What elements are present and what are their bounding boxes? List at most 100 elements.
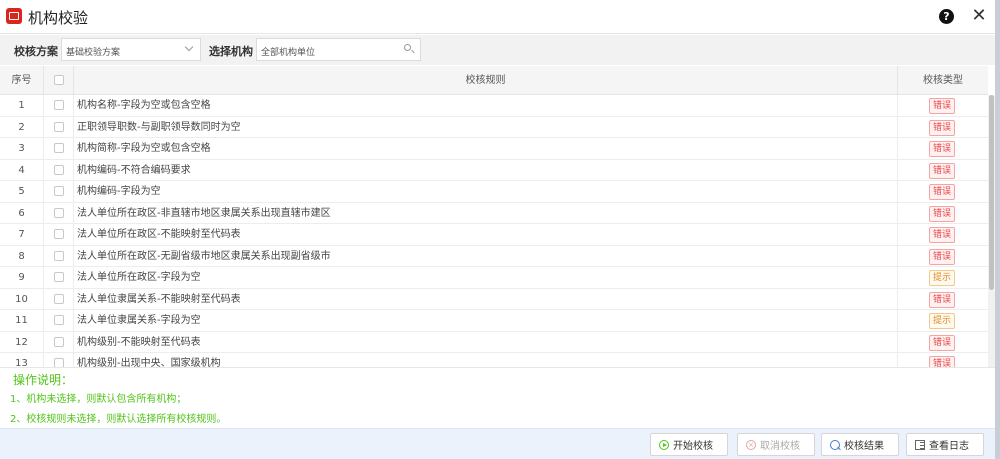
row-type-cell: 错误 [898, 289, 986, 311]
row-checkbox-cell [44, 159, 74, 181]
row-index: 12 [0, 331, 44, 353]
cancel-check-button[interactable]: × 取消校核 [737, 433, 815, 456]
row-checkbox[interactable] [53, 358, 64, 367]
row-rule: 机构编码-字段为空 [74, 181, 898, 203]
row-checkbox[interactable] [53, 293, 64, 304]
table-row[interactable]: 8 法人单位所在政区-无副省级市地区隶属关系出现副省级市 错误 [0, 245, 988, 268]
header-select-all [44, 66, 74, 95]
scheme-select[interactable]: 基础校验方案 [61, 38, 201, 61]
table-row[interactable]: 6 法人单位所在政区-非直辖市地区隶属关系出现直辖市建区 错误 [0, 202, 988, 224]
table-row[interactable]: 12 机构级别-不能映射至代码表 错误 [0, 331, 988, 354]
type-badge: 错误 [928, 141, 955, 157]
row-type-cell: 错误 [898, 246, 986, 268]
row-type-cell: 错误 [898, 353, 986, 367]
row-index: 2 [0, 116, 44, 138]
instructions-line-1: 1、机构未选择，则默认包含所有机构； [10, 394, 187, 405]
close-icon[interactable]: ✕ [970, 6, 988, 26]
table-row[interactable]: 9 法人单位所在政区-字段为空 提示 [0, 267, 988, 289]
row-rule: 法人单位所在政区-无副省级市地区隶属关系出现副省级市 [74, 245, 898, 267]
type-badge: 错误 [928, 334, 955, 351]
search-icon[interactable] [404, 44, 411, 51]
table-row[interactable]: 4 机构编码-不符合编码要求 错误 [0, 159, 988, 182]
row-checkbox[interactable] [53, 121, 64, 132]
org-search-input[interactable]: 全部机构单位 [256, 38, 421, 61]
row-rule: 法人单位所在政区-不能映射至代码表 [74, 224, 898, 246]
header-index: 序号 [0, 66, 44, 95]
row-index: 11 [0, 310, 44, 332]
row-index: 6 [0, 202, 44, 224]
org-label: 选择机构 [209, 45, 253, 58]
filter-bar: 校核方案 基础校验方案 选择机构 全部机构单位 [0, 35, 995, 65]
row-type-cell: 错误 [898, 332, 986, 354]
row-rule: 机构简称-字段为空或包含空格 [74, 138, 898, 160]
row-checkbox[interactable] [53, 315, 64, 325]
instructions-title: 操作说明： [13, 373, 74, 387]
org-search-placeholder: 全部机构单位 [261, 48, 316, 58]
table-row[interactable]: 13 机构级别-出现中央、国家级机构 错误 [0, 353, 988, 367]
type-badge: 错误 [928, 291, 955, 308]
footer-toolbar: 开始校核 × 取消校核 校核结果 查看日志 [0, 428, 995, 459]
row-rule: 法人单位隶属关系-不能映射至代码表 [74, 288, 898, 310]
window-title: 机构校验 [28, 9, 89, 27]
table-header: 序号 校核规则 校核类型 [0, 66, 988, 95]
row-checkbox-cell [44, 116, 74, 138]
header-rule: 校核规则 [74, 66, 898, 95]
type-badge: 错误 [928, 162, 955, 179]
row-checkbox[interactable] [53, 100, 64, 110]
select-all-checkbox[interactable] [53, 75, 64, 85]
scrollbar-thumb[interactable] [989, 95, 994, 290]
row-checkbox[interactable] [53, 229, 64, 239]
row-type-cell: 错误 [898, 224, 986, 246]
row-index: 10 [0, 288, 44, 310]
row-checkbox-cell [44, 138, 74, 160]
help-icon[interactable]: ? [939, 9, 954, 24]
table-row[interactable]: 5 机构编码-字段为空 错误 [0, 181, 988, 203]
row-index: 9 [0, 267, 44, 289]
row-rule: 机构编码-不符合编码要求 [74, 159, 898, 181]
scheme-select-value: 基础校验方案 [66, 48, 121, 58]
view-log-button[interactable]: 查看日志 [906, 433, 984, 456]
row-rule: 法人单位所在政区-字段为空 [74, 267, 898, 289]
type-badge: 错误 [928, 227, 955, 243]
row-checkbox[interactable] [53, 250, 64, 261]
check-result-button[interactable]: 校核结果 [821, 433, 899, 456]
row-checkbox[interactable] [53, 336, 64, 347]
row-checkbox-cell [44, 331, 74, 353]
table-row[interactable]: 1 机构名称-字段为空或包含空格 错误 [0, 95, 988, 117]
table-row[interactable]: 11 法人单位隶属关系-字段为空 提示 [0, 310, 988, 332]
row-type-cell: 错误 [898, 160, 986, 182]
app-logo-icon [6, 8, 22, 24]
row-type-cell: 错误 [898, 138, 986, 160]
start-check-button[interactable]: 开始校核 [650, 433, 728, 456]
log-icon [915, 439, 925, 450]
row-checkbox-cell [44, 224, 74, 246]
row-checkbox-cell [44, 267, 74, 289]
row-rule: 机构级别-不能映射至代码表 [74, 331, 898, 353]
type-badge: 错误 [928, 184, 955, 200]
cancel-icon: × [746, 439, 756, 450]
row-checkbox[interactable] [53, 143, 64, 153]
row-checkbox-cell [44, 181, 74, 203]
row-rule: 机构级别-出现中央、国家级机构 [74, 353, 898, 367]
type-badge: 提示 [928, 270, 955, 286]
row-checkbox-cell [44, 310, 74, 332]
view-log-label: 查看日志 [929, 441, 969, 452]
row-type-cell: 错误 [898, 181, 986, 203]
vertical-scrollbar[interactable] [988, 95, 995, 367]
row-checkbox[interactable] [53, 207, 64, 218]
row-index: 1 [0, 95, 44, 117]
table-row[interactable]: 7 法人单位所在政区-不能映射至代码表 错误 [0, 224, 988, 246]
chevron-down-icon [184, 42, 194, 52]
type-badge: 错误 [928, 248, 955, 265]
type-badge: 错误 [928, 205, 955, 222]
row-checkbox[interactable] [53, 186, 64, 196]
table-row[interactable]: 3 机构简称-字段为空或包含空格 错误 [0, 138, 988, 160]
header-type: 校核类型 [923, 75, 963, 86]
table-row[interactable]: 10 法人单位隶属关系-不能映射至代码表 错误 [0, 288, 988, 311]
row-checkbox-cell [44, 202, 74, 224]
row-checkbox[interactable] [53, 164, 64, 175]
row-checkbox[interactable] [53, 272, 64, 282]
row-type-cell: 提示 [898, 267, 986, 289]
table-row[interactable]: 2 正职领导职数-与副职领导数同时为空 错误 [0, 116, 988, 138]
title-bar: 机构校验 ? ✕ [0, 0, 1000, 34]
